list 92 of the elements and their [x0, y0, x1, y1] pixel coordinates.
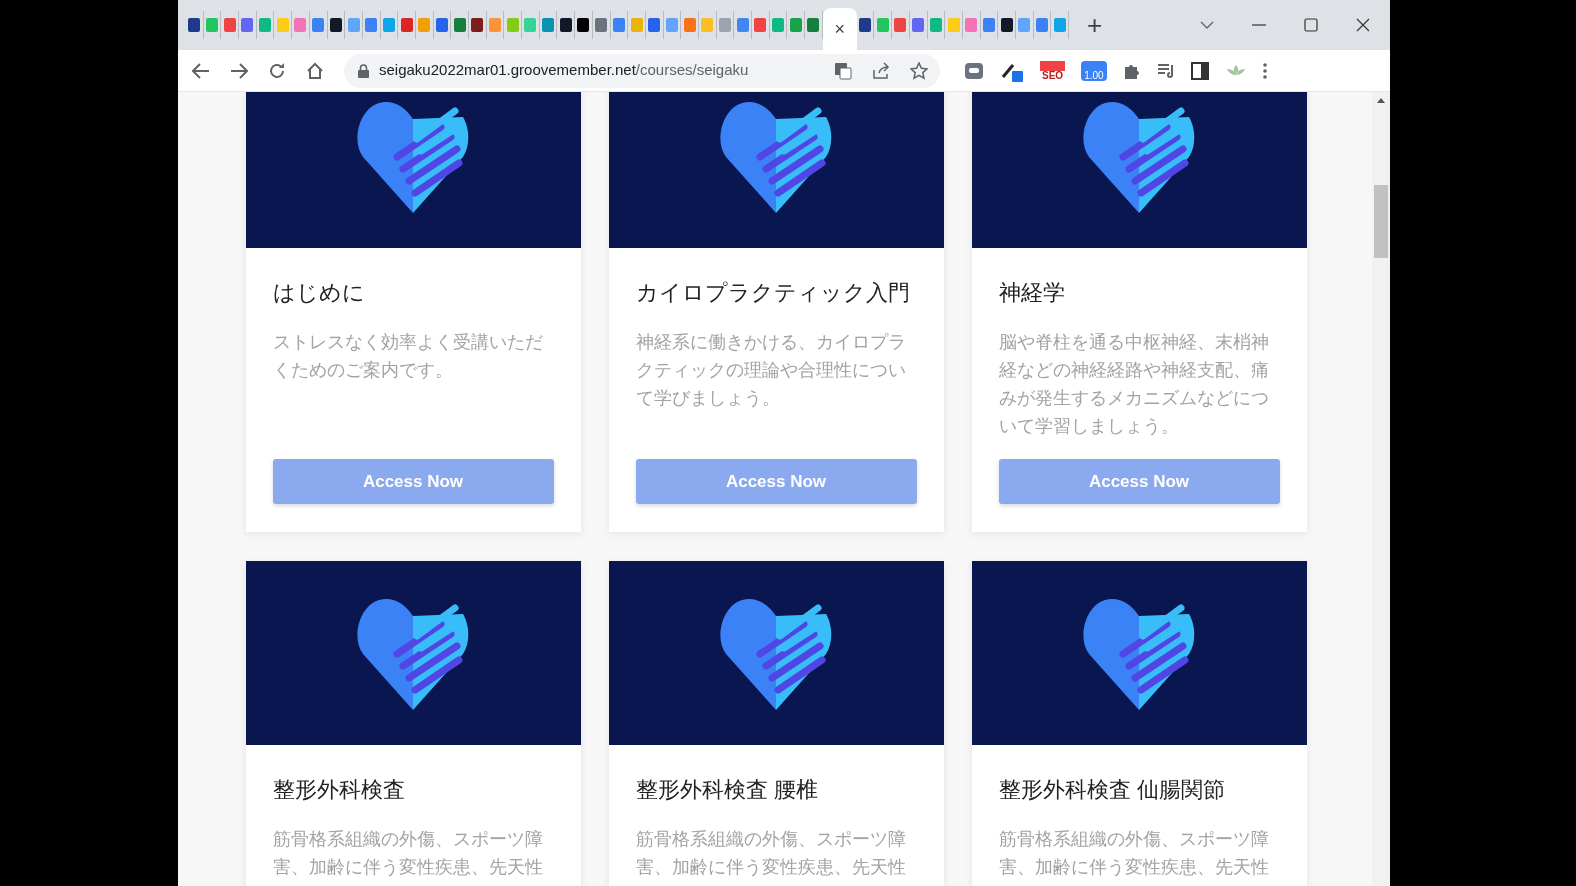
course-title: 整形外科検査 腰椎 [635, 776, 819, 804]
course-title: 神経学 [998, 279, 1066, 307]
side-panel-icon[interactable] [1190, 61, 1209, 80]
favicon-icon [612, 18, 625, 32]
favicon-icon [329, 18, 342, 32]
scrollbar-thumb[interactable] [1374, 185, 1388, 258]
favicon-icon [683, 18, 696, 32]
favicon-icon [912, 18, 925, 32]
browser-tab[interactable] [998, 11, 1016, 39]
favicon-icon [400, 18, 413, 32]
browser-tab[interactable] [557, 11, 576, 39]
favicon-icon [435, 18, 448, 32]
translate-icon[interactable] [834, 61, 852, 80]
seo-extension-badge[interactable]: SEO [1040, 60, 1066, 81]
favicon-icon [206, 18, 219, 32]
course-title: はじめに [272, 279, 366, 307]
new-tab-button[interactable]: + [1087, 12, 1103, 38]
speed-extension-badge[interactable]: 1.00 [1081, 60, 1107, 81]
favicon-icon [665, 18, 678, 32]
browser-tab[interactable] [186, 11, 204, 39]
favicon-icon [524, 18, 537, 32]
favicon-icon [736, 18, 749, 32]
back-icon[interactable] [192, 62, 210, 79]
favicon-icon [1018, 18, 1031, 32]
favicon-icon [506, 18, 519, 32]
favicon-icon [807, 18, 820, 32]
favicon-icon [789, 18, 802, 32]
course-description: 脳や脊柱を通る中枢神経、末梢神経などの神経経路や神経支配、痛みが発生するメカニズムなどについて学習しましょう。 [998, 331, 1270, 438]
favicon-icon [559, 18, 572, 32]
course-description: ストレスなく効率よく受講いただくためのご案内です。 [272, 331, 544, 382]
favicon-icon [259, 18, 272, 32]
scroll-up-icon[interactable] [1377, 98, 1385, 103]
course-title: 整形外科検査 [272, 776, 406, 804]
active-tab[interactable]: × [822, 8, 857, 50]
favicon-icon [894, 18, 907, 32]
favicon-icon [595, 18, 608, 32]
playlist-icon[interactable] [1156, 62, 1175, 79]
reload-icon[interactable] [268, 61, 286, 80]
favicon-icon [471, 18, 484, 32]
favicon-icon [876, 18, 889, 32]
favicon-icon [701, 18, 714, 32]
browser-tab[interactable] [327, 11, 346, 39]
favicon-icon [754, 18, 767, 32]
favicon-icon [418, 18, 431, 32]
course-description: 神経系に働きかける、カイロプラクティックの理論や合理性について学びましょう。 [635, 331, 907, 410]
course-title: カイロプラクティック入門 [635, 279, 911, 307]
favicon-icon [223, 18, 236, 32]
browser-tab[interactable] [469, 11, 487, 39]
maximize-icon[interactable] [1304, 18, 1318, 32]
forward-icon[interactable] [230, 62, 248, 79]
favicon-icon [382, 18, 395, 32]
browser-tab[interactable] [856, 11, 875, 39]
course-description: 筋骨格系組織の外傷、スポーツ障害、加齢に伴う変性疾患、先天性 [998, 828, 1270, 879]
favicon-icon [1000, 18, 1013, 32]
share-icon[interactable] [872, 61, 890, 80]
scrollbar[interactable] [1372, 92, 1390, 886]
favicon-icon [294, 18, 307, 32]
favicon-icon [630, 18, 643, 32]
favicon-icon [241, 18, 254, 32]
tab-search-icon[interactable] [1200, 20, 1214, 30]
favicon-icon [772, 18, 785, 32]
lock-icon [358, 63, 369, 78]
browser-tab[interactable] [575, 11, 593, 39]
favicon-icon [947, 18, 960, 32]
favicon-icon [542, 18, 555, 32]
home-icon[interactable] [306, 61, 324, 80]
chat-bubble-icon[interactable] [964, 60, 984, 81]
favicon-icon [312, 18, 325, 32]
url-path: /courses/seigaku [635, 61, 749, 79]
course-description: 筋骨格系組織の外傷、スポーツ障害、加齢に伴う変性疾患、先天性 [635, 828, 907, 879]
favicon-icon [489, 18, 502, 32]
url-host: seigaku2022mar01.groovemember.net [379, 61, 636, 79]
favicon-icon [1053, 18, 1066, 32]
favicon-icon [718, 18, 731, 32]
favicon-icon [365, 18, 378, 32]
favicon-icon [965, 18, 978, 32]
course-description: 筋骨格系組織の外傷、スポーツ障害、加齢に伴う変性疾患、先天性 [272, 828, 544, 879]
favicon-icon [188, 18, 201, 32]
favicon-icon [1035, 18, 1048, 32]
favicon-icon [929, 18, 942, 32]
course-title: 整形外科検査 仙腸関節 [998, 776, 1226, 804]
favicon-icon [577, 18, 590, 32]
favicon-icon [276, 18, 289, 32]
favicon-icon [453, 18, 466, 32]
address-bar[interactable]: seigaku2022mar01.groovemember.net/courses/seigaku [344, 53, 940, 88]
favicon-icon [982, 18, 995, 32]
close-window-icon[interactable] [1356, 18, 1370, 32]
star-icon[interactable] [910, 61, 928, 80]
favicon-icon [347, 18, 360, 32]
favicon-icon [859, 18, 872, 32]
menu-icon[interactable] [1262, 62, 1267, 79]
favicon-icon [648, 18, 661, 32]
